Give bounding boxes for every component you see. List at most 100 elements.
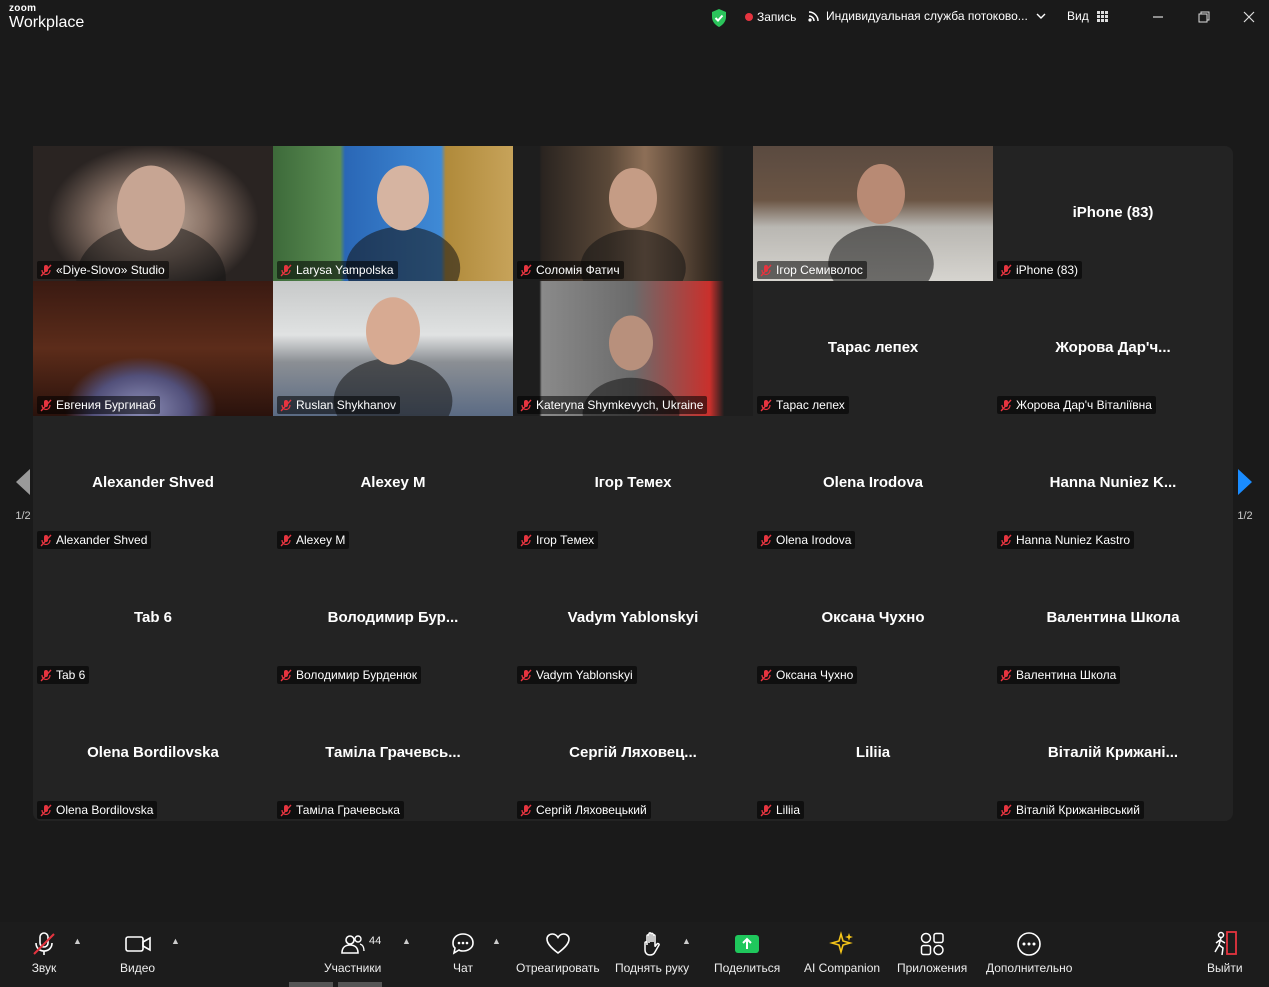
- apps-button[interactable]: Приложения: [897, 930, 967, 975]
- participant-name: Ігор Семиволос: [776, 263, 863, 277]
- raise-hand-icon: [644, 932, 660, 956]
- ai-companion-button[interactable]: AI Companion: [804, 930, 880, 975]
- recording-indicator[interactable]: Запись: [745, 10, 796, 24]
- participant-display-name: Alexey M: [360, 474, 426, 491]
- close-icon: [1243, 11, 1255, 23]
- participant-tile[interactable]: Соломія Фатич: [513, 146, 753, 281]
- react-label: Отреагировать: [516, 961, 600, 975]
- raise-hand-button[interactable]: Поднять руку: [615, 930, 689, 975]
- taskbar-thumb-2: [338, 982, 382, 987]
- close-button[interactable]: [1237, 6, 1261, 28]
- participant-display-name: Tab 6: [133, 609, 173, 626]
- participant-name: Liliia: [776, 803, 801, 817]
- participant-tile[interactable]: «Diye-Slovo» Studio: [33, 146, 273, 281]
- participant-name-label: Kateryna Shymkevych, Ukraine: [517, 396, 708, 414]
- participant-tile[interactable]: Olena Irodova Olena Irodova: [753, 416, 993, 551]
- apps-icon: [920, 932, 944, 956]
- participant-name: Оксана Чухно: [776, 668, 854, 682]
- participants-label: Участники: [324, 961, 382, 975]
- record-label: Запись: [757, 10, 797, 24]
- audio-options-caret[interactable]: ▲: [73, 936, 82, 946]
- previous-page-button[interactable]: 1/2: [13, 438, 33, 528]
- participant-display-name: Hanna Nuniez K...: [1049, 474, 1177, 491]
- muted-mic-icon: [760, 804, 772, 816]
- muted-mic-icon: [40, 804, 52, 816]
- participant-name-label: Соломія Фатич: [517, 261, 624, 279]
- participant-tile[interactable]: Ігор Темех Ігор Темех: [513, 416, 753, 551]
- participant-display-name: Vadym Yablonskyi: [567, 609, 699, 626]
- chat-button[interactable]: Чат: [450, 930, 476, 975]
- participant-name: iPhone (83): [1016, 263, 1079, 277]
- minimize-button[interactable]: [1146, 6, 1170, 28]
- participant-tile[interactable]: Alexander Shved Alexander Shved: [33, 416, 273, 551]
- audio-button[interactable]: Звук: [31, 930, 57, 975]
- participant-display-name: Оксана Чухно: [821, 609, 925, 626]
- muted-mic-icon: [520, 534, 532, 546]
- raise-hand-options-caret[interactable]: ▲: [682, 936, 691, 946]
- participant-name-label: Тарас лепех: [757, 396, 849, 414]
- stream-label: Индивидуальная служба потоково...: [826, 9, 1028, 23]
- participant-tile[interactable]: Tab 6 Tab 6: [33, 551, 273, 686]
- participant-tile[interactable]: Жорова Дар'ч... Жорова Дар'ч Віталіївна: [993, 281, 1233, 416]
- participant-display-name: iPhone (83): [1072, 204, 1154, 221]
- restore-button[interactable]: [1192, 6, 1216, 28]
- participant-tile[interactable]: Таміла Грачевсь... Таміла Грачевська: [273, 686, 513, 821]
- share-button[interactable]: Поделиться: [714, 930, 780, 975]
- participant-name: Olena Bordilovska: [56, 803, 154, 817]
- participant-tile[interactable]: Ruslan Shykhanov: [273, 281, 513, 416]
- taskbar-thumb-1: [289, 982, 333, 987]
- muted-mic-icon: [1000, 264, 1012, 276]
- leave-button[interactable]: Выйти: [1207, 930, 1243, 975]
- participant-tile[interactable]: Ігор Семиволос: [753, 146, 993, 281]
- video-button[interactable]: Видео: [120, 930, 155, 975]
- participant-tile[interactable]: Alexey M Alexey M: [273, 416, 513, 551]
- muted-mic-icon: [40, 399, 52, 411]
- arrow-right-icon: [1238, 469, 1252, 495]
- muted-mic-icon: [1000, 669, 1012, 681]
- participants-options-caret[interactable]: ▲: [402, 936, 411, 946]
- participant-display-name: Сергій Ляховец...: [569, 744, 697, 761]
- participant-tile[interactable]: Тарас лепех Тарас лепех: [753, 281, 993, 416]
- participant-tile[interactable]: Сергій Ляховец... Сергій Ляховецький: [513, 686, 753, 821]
- muted-mic-icon: [280, 264, 292, 276]
- page-indicator-right: 1/2: [1237, 510, 1253, 522]
- participant-tile[interactable]: Kateryna Shymkevych, Ukraine: [513, 281, 753, 416]
- participant-tile[interactable]: Olena Bordilovska Olena Bordilovska: [33, 686, 273, 821]
- participant-display-name: Alexander Shved: [92, 474, 214, 491]
- participant-tile[interactable]: Валентина Школа Валентина Школа: [993, 551, 1233, 686]
- video-options-caret[interactable]: ▲: [171, 936, 180, 946]
- security-shield-icon[interactable]: [710, 8, 728, 28]
- participant-tile[interactable]: Володимир Бур... Володимир Бурденюк: [273, 551, 513, 686]
- participant-tile[interactable]: Оксана Чухно Оксана Чухно: [753, 551, 993, 686]
- participant-display-name: Жорова Дар'ч...: [1055, 339, 1171, 356]
- more-button[interactable]: Дополнительно: [986, 930, 1072, 975]
- participant-display-name: Валентина Школа: [1046, 609, 1180, 626]
- video-gallery: «Diye-Slovo» Studio Larysa Yampolska Солом…: [33, 146, 1233, 821]
- participant-tile[interactable]: Евгения Бургинаб: [33, 281, 273, 416]
- participant-tile[interactable]: Larysa Yampolska: [273, 146, 513, 281]
- muted-mic-icon: [520, 264, 532, 276]
- participant-tile[interactable]: Liliia Liliia: [753, 686, 993, 821]
- participant-tile[interactable]: Vadym Yablonskyi Vadym Yablonskyi: [513, 551, 753, 686]
- muted-mic-icon: [1000, 804, 1012, 816]
- participant-name-label: Vadym Yablonskyi: [517, 666, 637, 684]
- participant-display-name: Віталій Крижані...: [1047, 744, 1179, 761]
- participant-tile[interactable]: iPhone (83) iPhone (83): [993, 146, 1233, 281]
- chat-options-caret[interactable]: ▲: [492, 936, 501, 946]
- next-page-button[interactable]: 1/2: [1235, 438, 1255, 528]
- muted-mic-icon: [280, 804, 292, 816]
- participant-name: Alexey M: [296, 533, 346, 547]
- muted-mic-icon: [280, 399, 292, 411]
- participant-name: Ruslan Shykhanov: [296, 398, 397, 412]
- streaming-indicator[interactable]: Индивидуальная служба потоково...: [808, 9, 1054, 23]
- participant-tile[interactable]: Hanna Nuniez K... Hanna Nuniez Kastro: [993, 416, 1233, 551]
- grid-view-icon: [1096, 10, 1108, 22]
- participant-name-label: Olena Irodova: [757, 531, 856, 549]
- participant-name-label: Tab 6: [37, 666, 90, 684]
- participant-name: Тарас лепех: [776, 398, 845, 412]
- muted-mic-icon: [760, 534, 772, 546]
- participant-display-name: Таміла Грачевсь...: [325, 744, 461, 761]
- react-button[interactable]: Отреагировать: [516, 930, 600, 975]
- view-button[interactable]: Вид: [1067, 9, 1108, 23]
- participant-tile[interactable]: Віталій Крижані... Віталій Крижанівський: [993, 686, 1233, 821]
